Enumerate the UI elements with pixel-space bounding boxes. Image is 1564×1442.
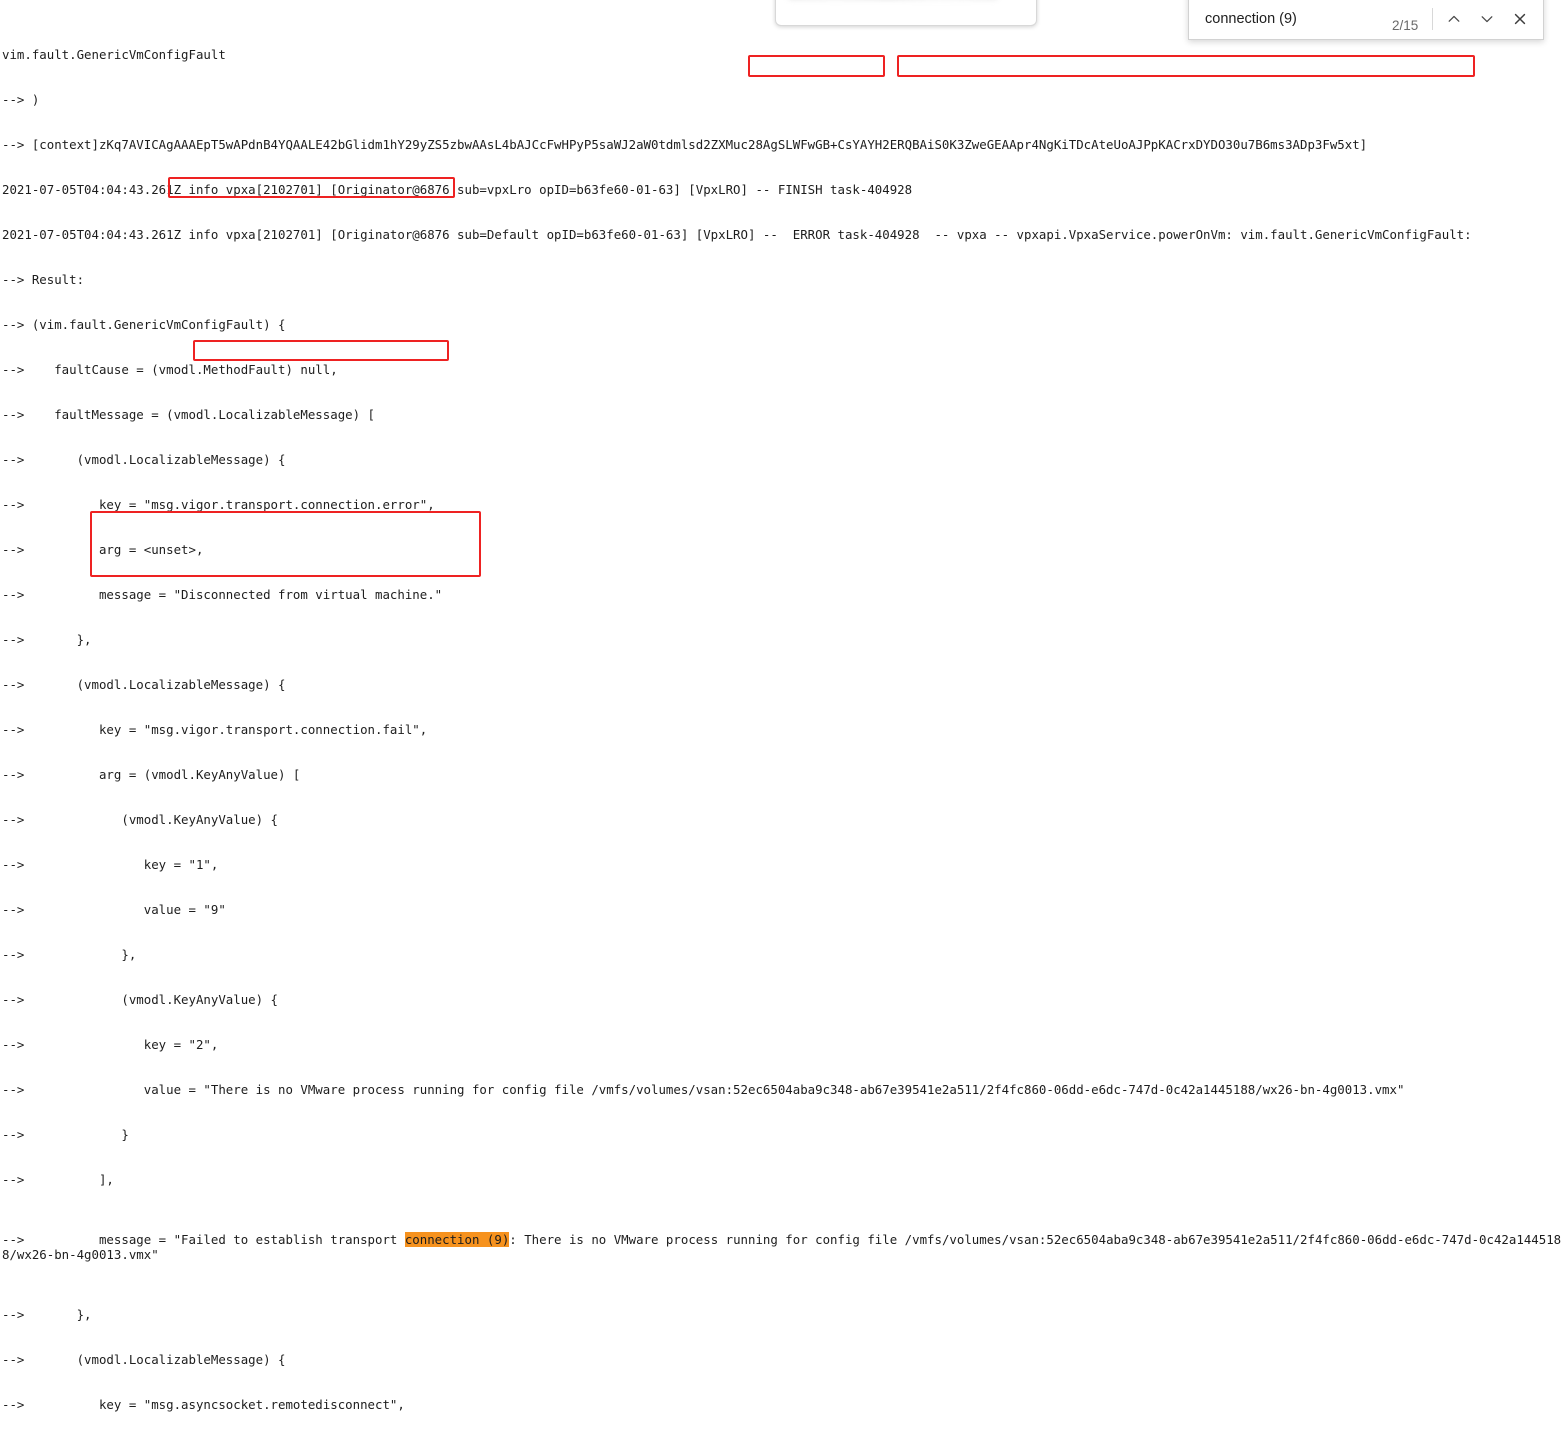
chevron-down-icon	[1479, 11, 1495, 27]
log-line: --> faultMessage = (vmodl.LocalizableMes…	[2, 407, 375, 422]
log-line: --> value = "9"	[2, 902, 226, 917]
close-icon	[1512, 11, 1528, 27]
log-line: --> (vim.fault.GenericVmConfigFault) {	[2, 317, 286, 332]
log-line-disconnected-message: --> message = "Disconnected from virtual…	[2, 587, 443, 602]
log-line: --> },	[2, 632, 92, 647]
log-text-viewport[interactable]: vim.fault.GenericVmConfigFault --> ) -->…	[0, 0, 1564, 1412]
find-bar[interactable]: 2/15	[1188, 0, 1544, 40]
log-line: --> (vmodl.KeyAnyValue) {	[2, 812, 279, 827]
log-line: --> arg = <unset>,	[2, 542, 204, 557]
log-line: --> Result:	[2, 272, 85, 287]
log-line: --> key = "msg.vigor.transport.connectio…	[2, 722, 428, 737]
log-line: --> ],	[2, 1172, 114, 1187]
log-line: --> key = "1",	[2, 857, 219, 872]
log-line: --> },	[2, 947, 137, 962]
log-line: --> arg = (vmodl.KeyAnyValue) [	[2, 767, 301, 782]
message-prefix: --> message = "Failed to establish trans…	[2, 1232, 405, 1247]
find-match-count: 2/15	[1391, 18, 1419, 33]
log-line: --> key = "2",	[2, 1037, 219, 1052]
chevron-up-icon	[1446, 11, 1462, 27]
log-line: --> key = "msg.vigor.transport.connectio…	[2, 497, 435, 512]
find-close-button[interactable]	[1504, 5, 1537, 33]
log-line: --> (vmodl.LocalizableMessage) {	[2, 452, 286, 467]
log-line: vim.fault.GenericVmConfigFault	[2, 47, 226, 62]
log-line-no-vmware-process: --> value = "There is no VMware process …	[2, 1082, 1405, 1097]
log-line-error-task: 2021-07-05T04:04:43.261Z info vpxa[21027…	[2, 227, 1472, 242]
log-line: --> )	[2, 92, 40, 107]
log-line-context: --> [context]zKq7AVICAgAAAEpT5wAPdnB4YQA…	[2, 137, 1368, 152]
log-line: --> (vmodl.LocalizableMessage) {	[2, 1352, 286, 1367]
find-input[interactable]	[1205, 11, 1388, 27]
log-line: --> key = "msg.asyncsocket.remotedisconn…	[2, 1397, 405, 1412]
log-line-message-with-match: --> message = "Failed to establish trans…	[2, 1232, 1564, 1262]
find-divider	[1432, 8, 1434, 30]
log-line-finish-task: 2021-07-05T04:04:43.261Z info vpxa[21027…	[2, 182, 913, 197]
find-next-button[interactable]	[1470, 5, 1503, 33]
blurred-tooltip-popup	[775, 0, 1037, 26]
log-line: --> faultCause = (vmodl.MethodFault) nul…	[2, 362, 338, 377]
log-line: --> (vmodl.KeyAnyValue) {	[2, 992, 279, 1007]
find-input-wrapper[interactable]	[1195, 5, 1388, 33]
log-line: --> (vmodl.LocalizableMessage) {	[2, 677, 286, 692]
log-line: --> },	[2, 1307, 92, 1322]
log-line: --> }	[2, 1127, 129, 1142]
find-previous-button[interactable]	[1437, 5, 1470, 33]
search-match-highlight: connection (9)	[404, 1232, 510, 1247]
